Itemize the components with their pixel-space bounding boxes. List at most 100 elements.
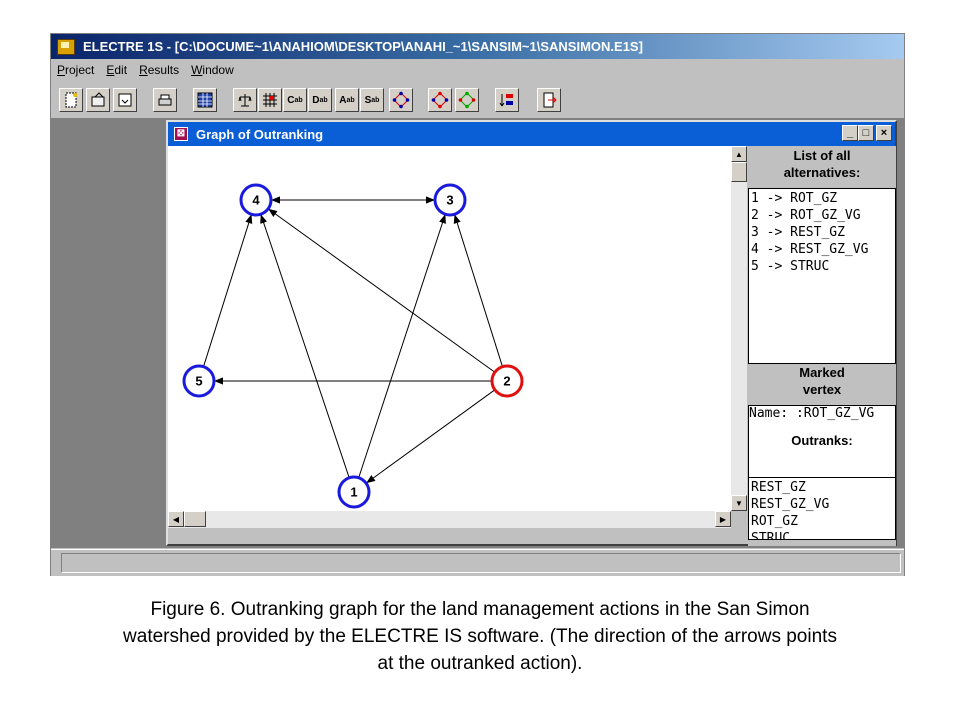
marked-header-line1: Marked xyxy=(799,365,845,380)
electre-app-window: ELECTRE 1S - [C:\DOCUME~1\ANAHIOM\DESKTO… xyxy=(50,33,905,576)
edge-1-to-4 xyxy=(260,214,350,478)
c-index-sub: ab xyxy=(294,96,303,104)
graph-diamond-icon xyxy=(392,91,410,109)
vertical-scroll-thumb[interactable] xyxy=(731,162,747,182)
graph-window-icon: ⊠ xyxy=(174,127,188,141)
balance-button[interactable] xyxy=(233,88,257,112)
menu-project[interactable]: Project xyxy=(51,61,100,81)
marked-vertex-header: Marked vertex xyxy=(748,364,896,398)
child-window-title: Graph of Outranking xyxy=(196,126,324,142)
graph-button[interactable] xyxy=(389,88,413,112)
marked-vertex-box: Name: :ROT_GZ_VG Outranks: xyxy=(748,405,896,478)
c-index-label: C xyxy=(287,94,295,106)
graph-node-5[interactable]: 5 xyxy=(182,364,216,398)
grid-button[interactable] xyxy=(258,88,282,112)
graph-node-2[interactable]: 2 xyxy=(490,364,524,398)
graph-green-button[interactable] xyxy=(455,88,479,112)
balance-scale-icon xyxy=(238,94,252,107)
list-item[interactable]: 3 -> REST_GZ xyxy=(751,224,893,241)
vertical-scrollbar[interactable]: ▲ ▼ xyxy=(731,146,747,511)
node-label: 5 xyxy=(195,374,202,389)
exit-door-icon xyxy=(543,92,557,108)
caption-line3: at the outranked action). xyxy=(377,653,583,674)
list-item[interactable]: STRUC xyxy=(751,530,893,539)
print-button[interactable] xyxy=(153,88,177,112)
a-index-label: A xyxy=(339,94,347,106)
graph-red-button[interactable] xyxy=(428,88,452,112)
status-field xyxy=(61,553,901,573)
list-item[interactable]: 1 -> ROT_GZ xyxy=(751,190,893,207)
list-header: List of all alternatives: xyxy=(748,147,896,181)
edge-2-to-1 xyxy=(365,389,496,484)
caption-line2: watershed provided by the ELECTRE IS sof… xyxy=(123,626,837,647)
list-item[interactable]: ROT_GZ xyxy=(751,513,893,530)
save-file-button[interactable] xyxy=(113,88,137,112)
alternatives-list[interactable]: 1 -> ROT_GZ 2 -> ROT_GZ_VG 3 -> REST_GZ … xyxy=(748,188,896,364)
node-label: 2 xyxy=(503,374,510,389)
node-label: 1 xyxy=(350,485,357,500)
scroll-right-button[interactable]: ▶ xyxy=(715,511,731,527)
a-index-button[interactable]: Aab xyxy=(335,88,359,112)
toolbar: Cab Dab Aab Sab xyxy=(51,83,904,117)
outranks-list[interactable]: REST_GZ REST_GZ_VG ROT_GZ STRUC xyxy=(748,477,896,540)
figure-caption: Figure 6. Outranking graph for the land … xyxy=(0,596,960,677)
edge-1-to-3 xyxy=(358,214,446,478)
graph-of-outranking-window: ⊠ Graph of Outranking _ □ × 4 3 5 2 1 ▲ ▼ ◀ … xyxy=(166,120,897,546)
open-file-icon xyxy=(91,92,105,107)
scroll-left-button[interactable]: ◀ xyxy=(168,511,184,527)
graph-node-4[interactable]: 4 xyxy=(239,183,273,217)
scroll-down-button[interactable]: ▼ xyxy=(731,495,747,511)
d-index-label: D xyxy=(312,94,320,106)
printer-icon xyxy=(158,94,172,106)
list-item[interactable]: REST_GZ xyxy=(751,479,893,496)
menu-results[interactable]: Results xyxy=(133,61,185,81)
marked-header-line2: vertex xyxy=(802,382,842,397)
list-header-line1: List of all xyxy=(793,148,851,163)
app-titlebar[interactable]: ELECTRE 1S - [C:\DOCUME~1\ANAHIOM\DESKTO… xyxy=(51,34,904,59)
list-header-line2: alternatives: xyxy=(783,165,861,180)
menu-bar: Project Edit Results Window xyxy=(51,61,904,81)
minimize-button[interactable]: _ xyxy=(842,125,858,141)
electre-app-icon xyxy=(57,38,75,55)
new-file-icon xyxy=(65,92,77,108)
save-file-icon xyxy=(118,93,132,107)
list-item[interactable]: REST_GZ_VG xyxy=(751,496,893,513)
close-button[interactable]: × xyxy=(876,125,892,141)
menu-window[interactable]: Window xyxy=(185,61,240,81)
s-index-button[interactable]: Sab xyxy=(360,88,384,112)
node-label: 4 xyxy=(252,193,260,208)
d-index-button[interactable]: Dab xyxy=(308,88,332,112)
graph-canvas[interactable]: 4 3 5 2 1 xyxy=(168,146,731,511)
a-index-sub: ab xyxy=(346,96,355,104)
edge-2-to-3 xyxy=(453,214,503,367)
table-icon xyxy=(197,92,213,108)
node-label: 3 xyxy=(446,193,453,208)
horizontal-scroll-thumb[interactable] xyxy=(184,511,206,527)
graph-node-3[interactable]: 3 xyxy=(433,183,467,217)
graph-node-1[interactable]: 1 xyxy=(337,475,371,509)
list-item[interactable]: 5 -> STRUC xyxy=(751,258,893,275)
new-file-button[interactable] xyxy=(59,88,83,112)
s-index-sub: ab xyxy=(371,96,380,104)
exit-button[interactable] xyxy=(537,88,561,112)
c-index-button[interactable]: Cab xyxy=(283,88,307,112)
table-button[interactable] xyxy=(193,88,217,112)
menu-edit[interactable]: Edit xyxy=(100,61,133,81)
maximize-button[interactable]: □ xyxy=(858,125,874,141)
open-file-button[interactable] xyxy=(86,88,110,112)
outranking-graph: 4 3 5 2 1 xyxy=(182,183,524,509)
marked-vertex-name: Name: :ROT_GZ_VG xyxy=(749,406,875,421)
caption-line1: Figure 6. Outranking graph for the land … xyxy=(150,599,810,620)
edge-5-to-4 xyxy=(203,214,253,367)
list-item[interactable]: 2 -> ROT_GZ_VG xyxy=(751,207,893,224)
status-bar xyxy=(51,549,904,576)
ranking-icon xyxy=(499,94,513,107)
s-index-label: S xyxy=(364,94,372,106)
graph-green-icon xyxy=(458,91,476,109)
d-index-sub: ab xyxy=(319,96,328,104)
child-titlebar[interactable]: ⊠ Graph of Outranking _ □ × xyxy=(168,122,895,146)
horizontal-scrollbar[interactable]: ◀ ▶ xyxy=(168,511,731,528)
scroll-up-button[interactable]: ▲ xyxy=(731,146,747,162)
list-item[interactable]: 4 -> REST_GZ_VG xyxy=(751,241,893,258)
ranking-button[interactable] xyxy=(495,88,519,112)
